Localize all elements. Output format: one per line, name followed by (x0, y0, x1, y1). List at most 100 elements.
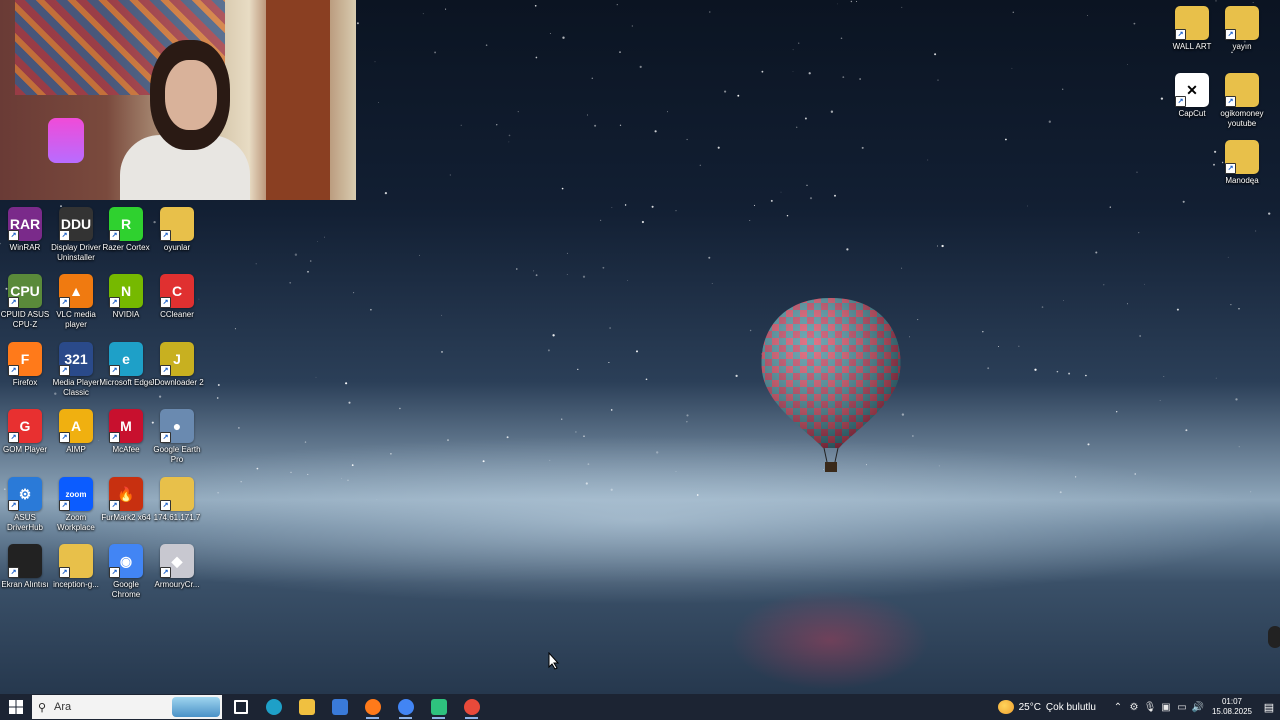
desktop-icon[interactable]: ↗ Ekran Alıntısı (0, 544, 50, 590)
taskbar-app-button[interactable] (422, 694, 455, 720)
show-hidden-icons-icon[interactable]: ⌃ (1110, 702, 1126, 713)
display-icon[interactable]: ▣ (1158, 702, 1174, 713)
desktop-icon-label: Manodea (1225, 176, 1259, 185)
desktop-icon[interactable]: ↗ 174.61.171.7 (152, 477, 202, 523)
firefox-icon: F ↗ (8, 342, 42, 376)
gom-player-icon: G ↗ (8, 409, 42, 443)
desktop-icon[interactable]: ↗ Manodea (1217, 140, 1267, 186)
desktop-icon-label: Firefox (12, 378, 38, 387)
icon-glyph-text: F (20, 351, 30, 367)
desktop-icon-label: CCleaner (160, 310, 194, 319)
desktop-icon[interactable]: 321 ↗ Media Player Classic (51, 342, 101, 398)
notification-center-icon[interactable]: ▤ (1258, 694, 1280, 720)
winrar-archive-icon: ↗ (1225, 6, 1259, 40)
desktop-icon[interactable]: ↗ ogikomoney youtube (1217, 73, 1267, 129)
shortcut-arrow-icon: ↗ (160, 567, 171, 578)
asus-driverhub-icon: ⚙ ↗ (8, 477, 42, 511)
firefox-icon (364, 699, 381, 715)
desktop-icon-label: CapCut (1178, 109, 1206, 118)
desktop-icon[interactable]: G ↗ GOM Player (0, 409, 50, 455)
desktop-icon-label: yayın (1232, 42, 1252, 51)
search-box[interactable]: ⚲ Ara (32, 695, 222, 719)
taskbar-app-button[interactable] (224, 694, 257, 720)
folder-icon: ↗ (160, 207, 194, 241)
icon-glyph-text: N (120, 283, 132, 299)
desktop-icon-label: Media Player Classic (52, 378, 100, 397)
desktop-icon-label: AIMP (66, 445, 86, 454)
desktop-icon[interactable]: DDU ↗ Display Driver Uninstaller (51, 207, 101, 263)
shortcut-arrow-icon: ↗ (59, 567, 70, 578)
shortcut-arrow-icon: ↗ (109, 230, 120, 241)
desktop: RAR ↗ WinRAR DDU ↗ Display Driver Uninstaller… (0, 0, 1280, 694)
desktop-icon-label: Ekran Alıntısı (1, 580, 49, 589)
desktop-icon[interactable]: ◆ ↗ ArmouryCr... (152, 544, 202, 590)
desktop-icon-label: inception-g... (53, 580, 99, 589)
shortcut-arrow-icon: ↗ (8, 567, 19, 578)
start-button[interactable] (0, 694, 32, 720)
microphone-icon[interactable]: 🎙 (1142, 702, 1158, 713)
weather-widget[interactable]: 25°C Çok bulutlu (997, 700, 1096, 714)
shortcut-arrow-icon: ↗ (160, 365, 171, 376)
shortcut-arrow-icon: ↗ (59, 500, 70, 511)
network-icon[interactable]: ▭ (1174, 702, 1190, 713)
edge-handle[interactable] (1268, 626, 1280, 648)
desktop-icon[interactable]: ● ↗ Google Earth Pro (152, 409, 202, 465)
desktop-icon[interactable]: ↗ yayın (1217, 6, 1267, 52)
desktop-icon[interactable]: ✕ ↗ CapCut (1167, 73, 1217, 119)
desktop-icon-label: NVIDIA (112, 310, 140, 319)
mpc-icon: 321 ↗ (59, 342, 93, 376)
taskbar-app-button[interactable] (356, 694, 389, 720)
desktop-icon[interactable]: ▲ ↗ VLC media player (51, 274, 101, 330)
shortcut-arrow-icon: ↗ (109, 365, 120, 376)
clock[interactable]: 01:07 15.08.2025 (1212, 697, 1252, 717)
desktop-icon-label: JDownloader 2 (150, 378, 204, 387)
desktop-icon[interactable]: M ↗ McAfee (101, 409, 151, 455)
icon-glyph-text: J (173, 351, 181, 367)
desktop-icon[interactable]: C ↗ CCleaner (152, 274, 202, 320)
desktop-icon[interactable]: ◉ ↗ Google Chrome (101, 544, 151, 600)
shortcut-arrow-icon: ↗ (160, 500, 171, 511)
running-indicator (399, 717, 412, 719)
desktop-icon[interactable]: ↗ inception-g... (51, 544, 101, 590)
desktop-icon-label: GOM Player (2, 445, 47, 454)
desktop-icon[interactable]: CPU ↗ CPUID ASUS CPU-Z (0, 274, 50, 330)
taskbar-app-button[interactable] (290, 694, 323, 720)
shortcut-arrow-icon: ↗ (109, 432, 120, 443)
winrar-icon: RAR ↗ (8, 207, 42, 241)
desktop-icon[interactable]: ↗ oyunlar (152, 207, 202, 253)
desktop-icon[interactable]: zoom ↗ Zoom Workplace (51, 477, 101, 533)
mcafee-icon: M ↗ (109, 409, 143, 443)
taskbar-app-button[interactable] (323, 694, 356, 720)
chrome-icon (397, 699, 414, 715)
taskbar-app-button[interactable] (455, 694, 488, 720)
desktop-icon[interactable]: RAR ↗ WinRAR (0, 207, 50, 253)
desktop-icon[interactable]: R ↗ Razer Cortex (101, 207, 151, 253)
webcam-person-face (165, 60, 217, 130)
running-indicator (432, 717, 445, 719)
chrome-icon: ◉ ↗ (109, 544, 143, 578)
desktop-icon[interactable]: ⚙ ↗ ASUS DriverHub (0, 477, 50, 533)
desktop-icon[interactable]: ↗ WALL ART (1167, 6, 1217, 52)
desktop-icon[interactable]: e ↗ Microsoft Edge (99, 342, 153, 388)
folder-icon: ↗ (59, 544, 93, 578)
desktop-icon[interactable]: N ↗ NVIDIA (101, 274, 151, 320)
taskbar-app-button[interactable] (389, 694, 422, 720)
shortcut-arrow-icon: ↗ (59, 297, 70, 308)
capcut-icon: ✕ ↗ (1175, 73, 1209, 107)
icon-glyph-text: ⚙ (18, 485, 32, 502)
aimp-icon: A ↗ (59, 409, 93, 443)
desktop-icon[interactable]: J ↗ JDownloader 2 (150, 342, 204, 388)
ddu-icon: DDU ↗ (59, 207, 93, 241)
webcam-overlay (0, 0, 356, 200)
desktop-icon[interactable]: A ↗ AIMP (51, 409, 101, 455)
volume-icon[interactable]: 🔊 (1190, 702, 1206, 713)
tray-app-icon[interactable]: ⚙ (1126, 702, 1142, 713)
desktop-icon[interactable]: 🔥 ↗ FurMark2 x64 (101, 477, 151, 523)
taskbar-app-button[interactable] (257, 694, 290, 720)
icon-glyph-text: ✕ (1186, 81, 1198, 98)
desktop-icon[interactable]: F ↗ Firefox (0, 342, 50, 388)
search-placeholder: Ara (54, 701, 72, 713)
desktop-icon-label: WALL ART (1172, 42, 1212, 51)
search-icon: ⚲ (37, 701, 47, 714)
desktop-icon-label: ArmouryCr... (154, 580, 200, 589)
